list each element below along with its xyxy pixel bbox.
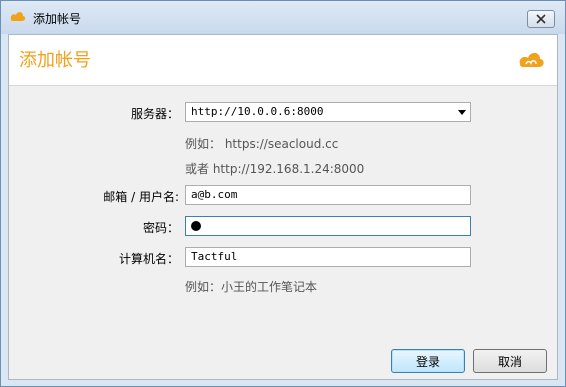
dialog-header: 添加帐号 <box>9 35 557 86</box>
email-label: 邮箱 / 用户名: <box>103 190 179 204</box>
chevron-down-icon[interactable] <box>458 110 466 115</box>
cancel-button[interactable]: 取消 <box>473 349 547 373</box>
server-label: 服务器： <box>130 107 179 121</box>
server-hint-example: 例如： https://seacloud.cc <box>185 137 339 151</box>
email-field[interactable]: a@b.com <box>185 185 471 205</box>
seafile-cloud-icon <box>10 12 26 21</box>
computer-name-field[interactable]: Tactful <box>185 247 471 267</box>
close-icon <box>536 14 546 24</box>
add-account-dialog: 添加帐号 添加帐号 服务器： http://10.0.0.6:8000 例如： … <box>0 0 566 387</box>
seafile-logo-icon <box>519 52 544 67</box>
login-button[interactable]: 登录 <box>391 349 465 373</box>
server-dropdown[interactable]: http://10.0.0.6:8000 <box>185 102 471 122</box>
dialog-body: 添加帐号 服务器： http://10.0.0.6:8000 例如： https… <box>8 34 558 380</box>
computer-name-label: 计算机名： <box>118 252 179 266</box>
password-label: 密码： <box>142 221 179 235</box>
cancel-button-label: 取消 <box>497 354 522 369</box>
email-value: a@b.com <box>191 188 238 201</box>
window-title: 添加帐号 <box>33 12 82 26</box>
password-field[interactable] <box>185 216 471 236</box>
server-value: http://10.0.0.6:8000 <box>191 105 324 118</box>
computer-name-hint: 例如：小王的工作笔记本 <box>185 280 318 294</box>
close-button[interactable] <box>527 10 555 28</box>
server-hint-alternative: 或者 http://192.168.1.24:8000 <box>185 162 365 176</box>
computer-name-value: Tactful <box>191 250 238 263</box>
header-title: 添加帐号 <box>19 50 91 71</box>
password-mask-dot <box>191 221 201 231</box>
login-button-label: 登录 <box>415 354 440 369</box>
title-bar: 添加帐号 <box>1 1 565 34</box>
